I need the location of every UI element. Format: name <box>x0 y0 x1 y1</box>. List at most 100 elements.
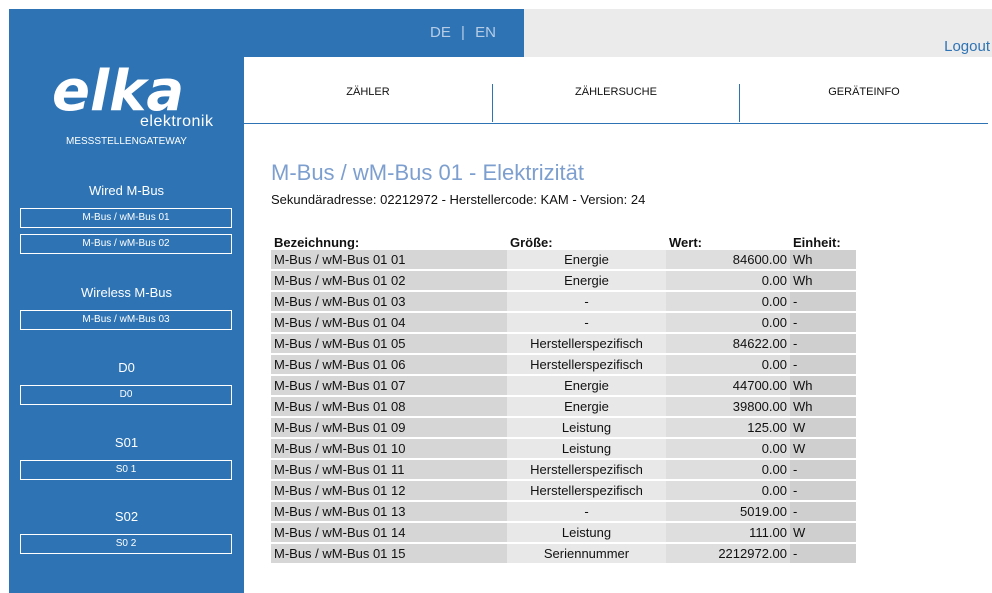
cell-value: 84600.00 <box>666 250 790 271</box>
table-header-row: Bezeichnung: Größe: Wert: Einheit: <box>271 230 856 250</box>
cell-name: M-Bus / wM-Bus 01 13 <box>271 501 507 523</box>
cell-size: Leistung <box>507 417 666 439</box>
table-row: M-Bus / wM-Bus 01 15 Seriennummer 2212972.… <box>271 543 856 565</box>
sidebar-group-s01: S01 <box>114 435 139 450</box>
table-row: M-Bus / wM-Bus 01 04-0.00- <box>271 312 856 334</box>
table-row: M-Bus / wM-Bus 01 10 Leistung 0.00 W <box>271 438 856 460</box>
lang-en-link[interactable]: EN <box>475 21 496 45</box>
table-row: M-Bus / wM-Bus 01 11 Herstellerspezifisch… <box>271 459 856 481</box>
cell-unit: Wh <box>790 375 856 397</box>
cell-value: 84622.00 <box>666 333 790 355</box>
column-header-unit: Einheit: <box>793 235 841 250</box>
cell-value: 111.00 <box>666 522 790 544</box>
cell-value: 39800.00 <box>666 396 790 418</box>
cell-value: 0.00 <box>666 270 790 292</box>
cell-value: 44700.00 <box>666 375 790 397</box>
sidebar-group-wired: Wired M-Bus <box>88 183 165 198</box>
cell-size: - <box>507 501 666 523</box>
cell-name: M-Bus / wM-Bus 01 06 <box>271 354 507 376</box>
table-body: M-Bus / wM-Bus 01 01 Energie 84600.00 Wh M-B… <box>271 250 856 565</box>
cell-value: 0.00 <box>666 438 790 460</box>
sidebar-item-s0-2[interactable]: S0 2 <box>20 534 232 554</box>
cell-size: Herstellerspezifisch <box>507 333 666 355</box>
top-bar: Logout <box>524 9 992 57</box>
cell-unit: W <box>790 438 856 460</box>
table-row: M-Bus / wM-Bus 01 07 Energie 44700.00 Wh <box>271 375 856 397</box>
cell-unit: - <box>790 333 856 355</box>
cell-size: - <box>507 291 666 313</box>
cell-unit: Wh <box>790 270 856 292</box>
cell-unit: W <box>790 522 856 544</box>
table-row: M-Bus / wM-Bus 01 02 Energie 0.00 Wh <box>271 270 856 292</box>
table-row: M-Bus / wM-Bus 01 05 Herstellerspezifisch… <box>271 333 856 355</box>
cell-name: M-Bus / wM-Bus 01 01 <box>271 250 507 271</box>
product-name: MESSSTELLENGATEWAY <box>66 136 187 147</box>
logout-link[interactable]: Logout <box>944 38 990 55</box>
cell-value: 0.00 <box>666 480 790 502</box>
cell-unit: Wh <box>790 250 856 271</box>
table-row: M-Bus / wM-Bus 01 12 Herstellerspezifisch… <box>271 480 856 502</box>
cell-name: M-Bus / wM-Bus 01 02 <box>271 270 507 292</box>
table-row: M-Bus / wM-Bus 01 13-5019.00- <box>271 501 856 523</box>
meter-info: Sekundäradresse: 02212972 - Herstellerco… <box>271 192 646 207</box>
cell-unit: - <box>790 543 856 565</box>
meter-values-table: Bezeichnung: Größe: Wert: Einheit: M-Bus… <box>271 230 856 565</box>
cell-size: Leistung <box>507 522 666 544</box>
nav-zaehler[interactable]: ZÄHLER <box>244 57 492 123</box>
nav-geraeteinfo[interactable]: GERÄTEINFO <box>740 57 988 123</box>
table-row: M-Bus / wM-Bus 01 06 Herstellerspezifisch… <box>271 354 856 376</box>
cell-name: M-Bus / wM-Bus 01 10 <box>271 438 507 460</box>
sidebar-group-d0: D0 <box>118 360 135 375</box>
cell-value: 2212972.00 <box>666 543 790 565</box>
cell-value: 0.00 <box>666 354 790 376</box>
logo-subtitle: elektronik <box>140 113 214 130</box>
cell-unit: Wh <box>790 396 856 418</box>
cell-size: Herstellerspezifisch <box>507 354 666 376</box>
cell-name: M-Bus / wM-Bus 01 12 <box>271 480 507 502</box>
cell-size: Energie <box>507 250 666 271</box>
main-nav: ZÄHLER ZÄHLERSUCHE GERÄTEINFO <box>244 57 988 124</box>
lang-de-link[interactable]: DE <box>430 21 451 45</box>
cell-size: Leistung <box>507 438 666 460</box>
cell-value: 0.00 <box>666 459 790 481</box>
cell-unit: - <box>790 480 856 502</box>
cell-unit: - <box>790 459 856 481</box>
cell-unit: W <box>790 417 856 439</box>
cell-name: M-Bus / wM-Bus 01 03 <box>271 291 507 313</box>
cell-size: - <box>507 312 666 334</box>
cell-name: M-Bus / wM-Bus 01 14 <box>271 522 507 544</box>
cell-unit: - <box>790 291 856 313</box>
column-header-name: Bezeichnung: <box>274 235 360 250</box>
cell-name: M-Bus / wM-Bus 01 11 <box>271 459 507 481</box>
sidebar-item-mbus-01[interactable]: M-Bus / wM-Bus 01 <box>20 208 232 228</box>
sidebar-item-mbus-02[interactable]: M-Bus / wM-Bus 02 <box>20 234 232 254</box>
cell-unit: - <box>790 354 856 376</box>
sidebar-group-wireless: Wireless M-Bus <box>80 285 172 300</box>
cell-size: Herstellerspezifisch <box>507 480 666 502</box>
sidebar-item-s0-1[interactable]: S0 1 <box>20 460 232 480</box>
cell-unit: - <box>790 312 856 334</box>
cell-name: M-Bus / wM-Bus 01 05 <box>271 333 507 355</box>
cell-name: M-Bus / wM-Bus 01 08 <box>271 396 507 418</box>
column-header-size: Größe: <box>510 235 553 250</box>
cell-size: Seriennummer <box>507 543 666 565</box>
cell-value: 5019.00 <box>666 501 790 523</box>
cell-name: M-Bus / wM-Bus 01 07 <box>271 375 507 397</box>
table-row: M-Bus / wM-Bus 01 09 Leistung 125.00 W <box>271 417 856 439</box>
cell-name: M-Bus / wM-Bus 01 15 <box>271 543 507 565</box>
table-row: M-Bus / wM-Bus 01 03-0.00- <box>271 291 856 313</box>
cell-size: Energie <box>507 375 666 397</box>
sidebar-item-mbus-03[interactable]: M-Bus / wM-Bus 03 <box>20 310 232 330</box>
cell-name: M-Bus / wM-Bus 01 04 <box>271 312 507 334</box>
cell-size: Herstellerspezifisch <box>507 459 666 481</box>
table-row: M-Bus / wM-Bus 01 08 Energie 39800.00 Wh <box>271 396 856 418</box>
nav-zaehlersuche[interactable]: ZÄHLERSUCHE <box>493 57 739 123</box>
cell-unit: - <box>790 501 856 523</box>
page-title: M-Bus / wM-Bus 01 - Elektrizität <box>271 160 584 185</box>
language-switcher: DE | EN <box>430 21 530 45</box>
sidebar-item-d0[interactable]: D0 <box>20 385 232 405</box>
cell-size: Energie <box>507 396 666 418</box>
table-row: M-Bus / wM-Bus 01 01 Energie 84600.00 Wh <box>271 250 856 271</box>
cell-value: 0.00 <box>666 291 790 313</box>
column-header-value: Wert: <box>669 235 702 250</box>
